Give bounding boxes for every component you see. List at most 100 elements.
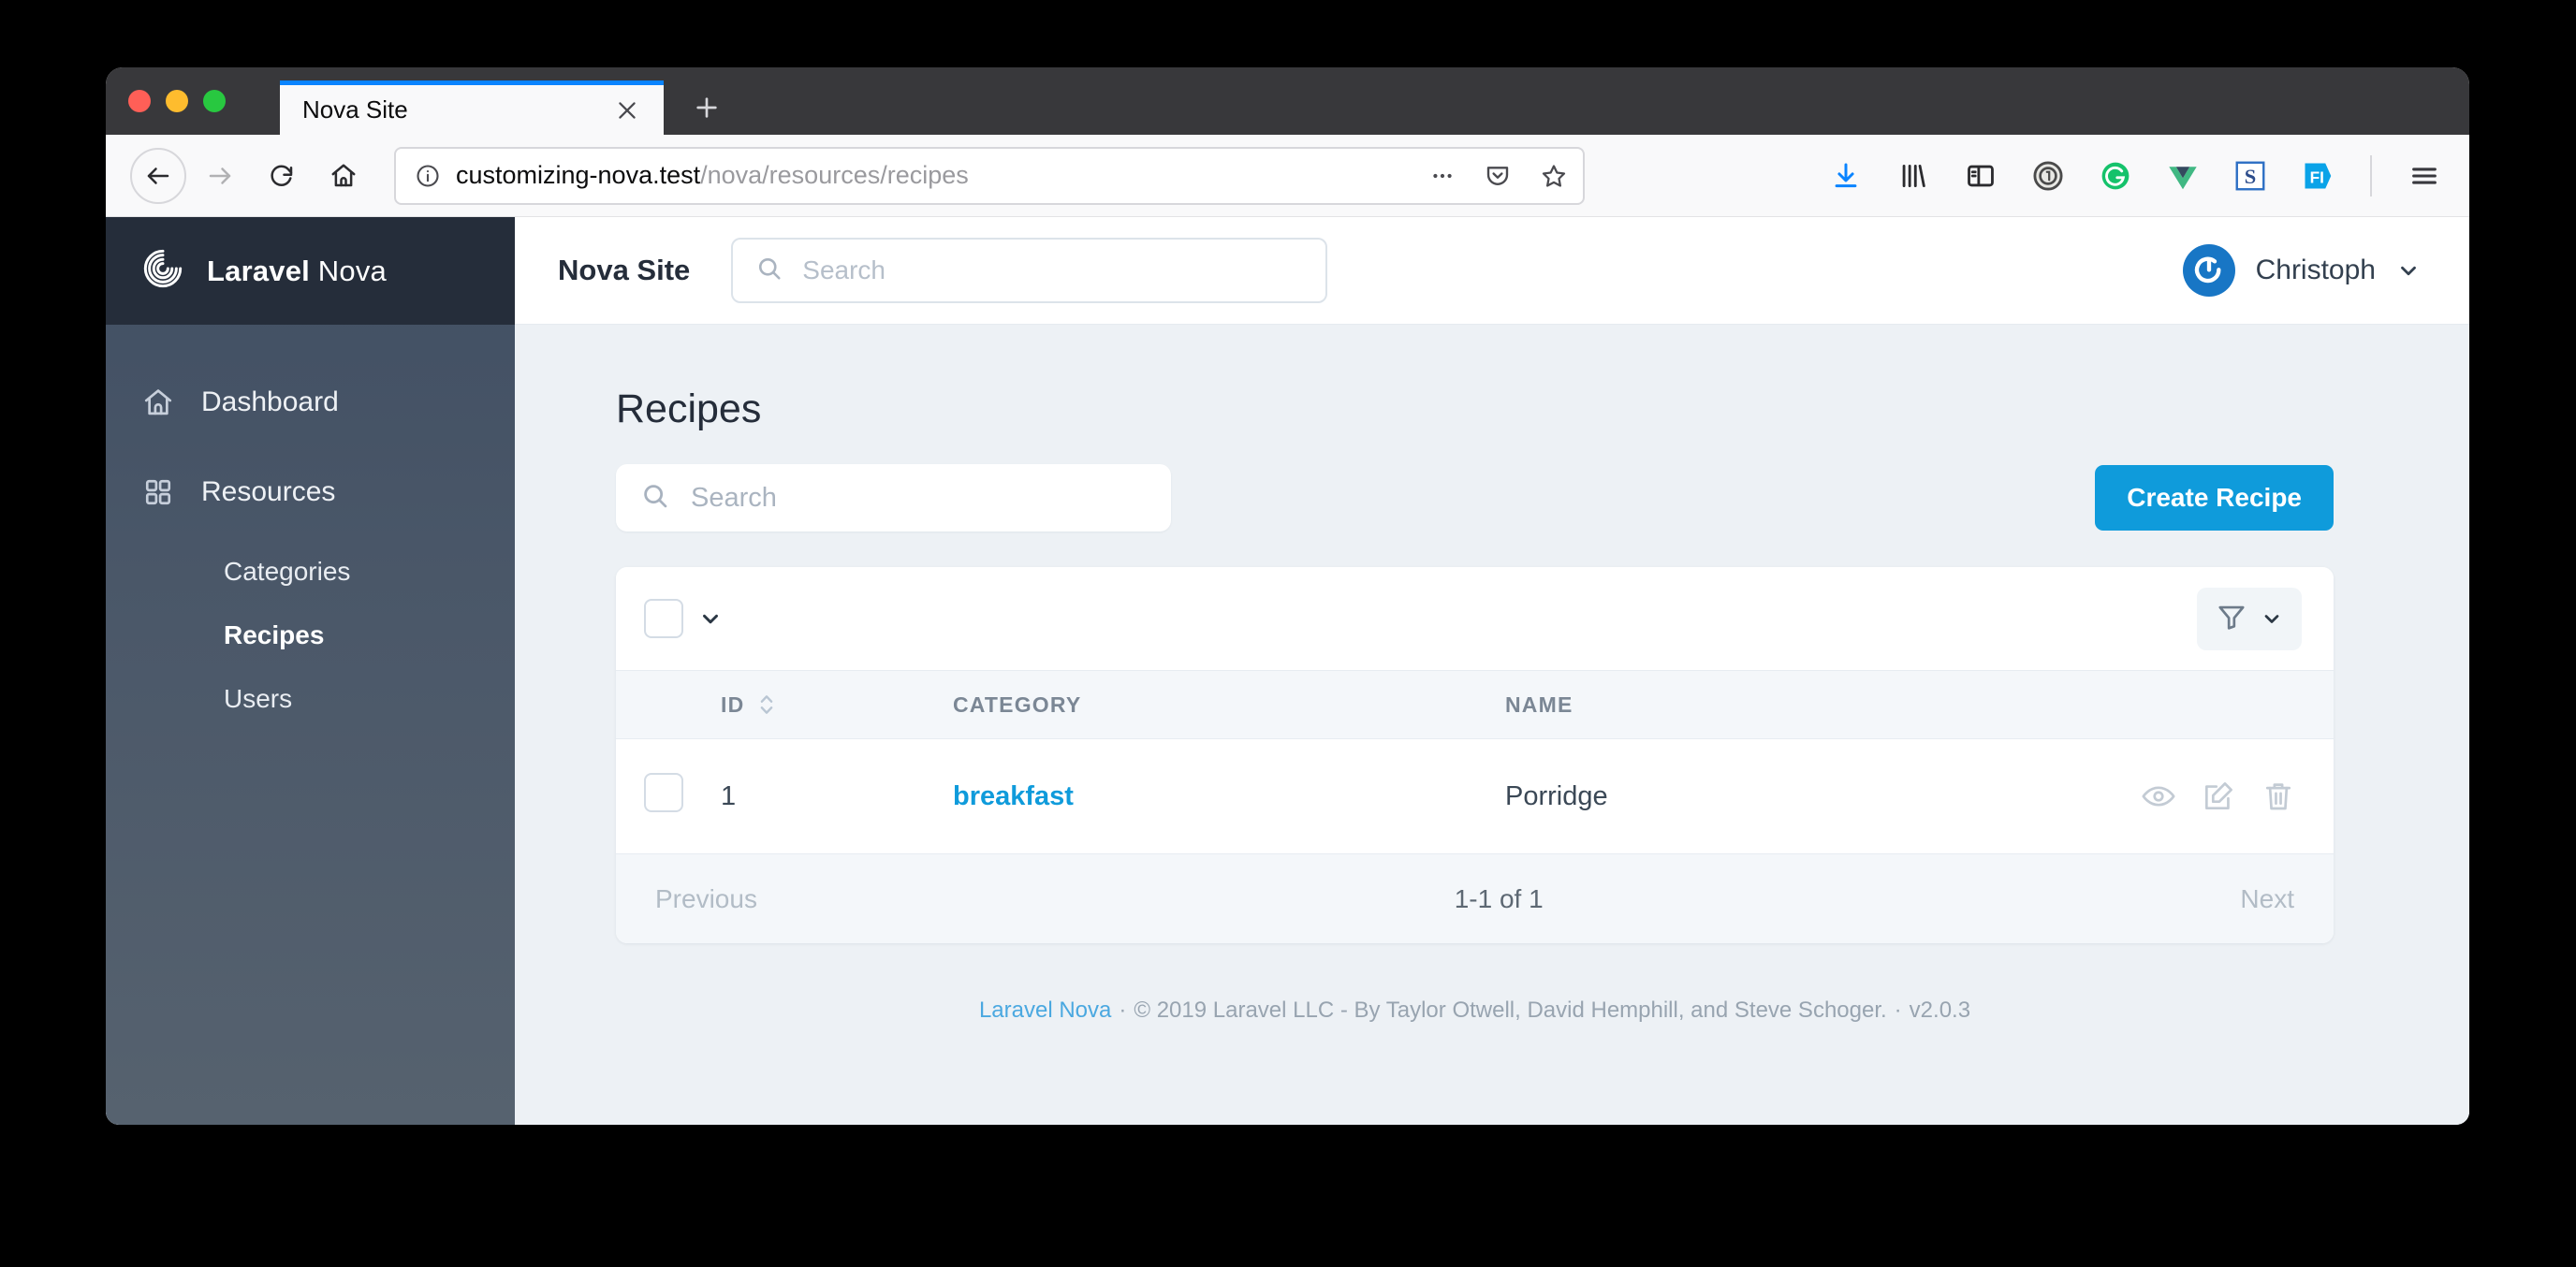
- library-icon[interactable]: [1893, 155, 1934, 197]
- sidebar-nav: Dashboard Resources Categories Recipes U…: [106, 325, 515, 731]
- search-icon: [755, 255, 783, 287]
- browser-nav-toolbar: customizing-nova.test/nova/resources/rec…: [106, 135, 2469, 217]
- column-header-label: NAME: [1505, 692, 1573, 717]
- pagination: Previous 1-1 of 1 Next: [616, 853, 2334, 943]
- footer-version: v2.0.3: [1909, 998, 1971, 1023]
- sidebar-item-label: Recipes: [224, 620, 325, 649]
- select-all-checkbox[interactable]: [644, 599, 683, 638]
- arrow-left-icon[interactable]: [130, 147, 186, 204]
- footer-link[interactable]: Laravel Nova: [979, 998, 1111, 1023]
- browser-window: Nova Site customizing-nova.test/nova/res…: [106, 67, 2469, 1125]
- search-input[interactable]: Search: [616, 464, 1171, 532]
- downloads-icon[interactable]: [1825, 155, 1866, 197]
- cell-category: breakfast: [953, 739, 1505, 854]
- nova-spiral-logo-icon: [141, 247, 184, 295]
- column-header-checkbox: [616, 671, 721, 739]
- sidebar-item-label: Resources: [201, 476, 336, 507]
- maximize-window-button[interactable]: [203, 90, 226, 112]
- reload-icon[interactable]: [254, 148, 310, 204]
- nova-header: Nova Site Search Christoph: [515, 217, 2469, 325]
- url-path: /nova/resources/recipes: [700, 161, 969, 189]
- ellipsis-icon[interactable]: [1429, 163, 1456, 189]
- s-extension-icon[interactable]: S: [2230, 155, 2271, 197]
- chevron-down-icon[interactable]: [2261, 607, 2283, 630]
- window-controls: [128, 67, 226, 135]
- close-icon[interactable]: [611, 95, 643, 126]
- user-menu[interactable]: Christoph: [2182, 244, 2421, 297]
- sidebar-item-label: Categories: [224, 557, 351, 586]
- arrow-right-icon[interactable]: [192, 148, 248, 204]
- pocket-icon[interactable]: [1484, 162, 1512, 190]
- sidebar-item-recipes[interactable]: Recipes: [106, 604, 515, 667]
- home-icon[interactable]: [315, 148, 372, 204]
- star-icon[interactable]: [1540, 162, 1568, 190]
- global-search-placeholder: Search: [802, 255, 886, 284]
- brand-logo[interactable]: Laravel Nova: [106, 217, 515, 325]
- url-bar[interactable]: customizing-nova.test/nova/resources/rec…: [394, 146, 1585, 205]
- browser-tab-strip: Nova Site: [106, 67, 2469, 135]
- sort-arrows-icon[interactable]: [757, 692, 776, 718]
- home-icon: [141, 386, 175, 418]
- info-circle-icon[interactable]: [415, 163, 441, 189]
- resource-card: ID CATEGORY NAME 1 breakfast Porridge Pr…: [616, 567, 2334, 943]
- next-page-button[interactable]: Next: [2240, 884, 2294, 914]
- filter-funnel-icon: [2216, 601, 2247, 637]
- grammarly-icon[interactable]: [2095, 155, 2136, 197]
- card-toolbar: [616, 567, 2334, 670]
- cell-id: 1: [721, 780, 737, 811]
- 1password-icon[interactable]: [2027, 155, 2069, 197]
- browser-extensions-toolbar: S FI: [1825, 154, 2445, 197]
- browser-tab-active[interactable]: Nova Site: [280, 80, 664, 135]
- global-search-input[interactable]: Search: [731, 238, 1328, 303]
- search-icon: [640, 481, 670, 516]
- brand-strong: Laravel: [207, 254, 310, 287]
- search-placeholder: Search: [691, 482, 777, 513]
- toolbar-divider: [2370, 154, 2372, 197]
- plus-icon[interactable]: [677, 80, 737, 135]
- brand-light: Nova: [309, 254, 387, 287]
- url-text: customizing-nova.test/nova/resources/rec…: [456, 161, 1414, 190]
- chevron-down-icon[interactable]: [2396, 258, 2421, 283]
- user-name: Christoph: [2255, 255, 2376, 285]
- sidebar-item-categories[interactable]: Categories: [106, 540, 515, 604]
- sidebar-item-dashboard[interactable]: Dashboard: [106, 368, 515, 437]
- svg-text:FI: FI: [2310, 167, 2324, 186]
- nova-sidebar: Laravel Nova Dashboard Resources Categor…: [106, 217, 515, 1125]
- delete-icon[interactable]: [2261, 779, 2296, 814]
- footer: Laravel Nova · © 2019 Laravel LLC - By Tay…: [616, 943, 2334, 1024]
- cell-actions: [2053, 739, 2334, 854]
- minimize-window-button[interactable]: [166, 90, 188, 112]
- previous-page-button[interactable]: Previous: [655, 884, 757, 914]
- fi-extension-icon[interactable]: FI: [2297, 155, 2338, 197]
- menu-icon[interactable]: [2404, 155, 2445, 197]
- edit-icon[interactable]: [2201, 779, 2236, 814]
- footer-separator-2: ·: [1894, 998, 1902, 1023]
- sidebar-item-label: Dashboard: [201, 386, 339, 417]
- view-icon[interactable]: [2141, 779, 2176, 814]
- resource-toolbar: Search Create Recipe: [616, 464, 2334, 532]
- column-header-name[interactable]: NAME: [1505, 671, 2053, 739]
- row-checkbox[interactable]: [644, 773, 683, 812]
- create-recipe-button[interactable]: Create Recipe: [2095, 465, 2334, 531]
- grid-icon: [141, 477, 175, 507]
- column-header-label: ID: [721, 692, 745, 717]
- footer-separator: ·: [1119, 998, 1127, 1023]
- chevron-down-icon[interactable]: [698, 606, 723, 631]
- select-all-group[interactable]: [644, 599, 723, 638]
- vue-devtools-icon[interactable]: [2162, 155, 2203, 197]
- tab-title: Nova Site: [302, 95, 408, 124]
- cell-name: Porridge: [1505, 780, 1608, 811]
- column-header-id[interactable]: ID: [721, 671, 953, 739]
- url-domain: customizing-nova.test: [456, 161, 701, 189]
- filter-button[interactable]: [2197, 587, 2302, 650]
- sidebar-icon[interactable]: [1960, 155, 2001, 197]
- sidebar-item-label: Users: [224, 684, 293, 713]
- sidebar-item-resources[interactable]: Resources: [106, 458, 515, 527]
- table-header-row: ID CATEGORY NAME: [616, 670, 2334, 739]
- close-window-button[interactable]: [128, 90, 151, 112]
- table-row[interactable]: 1 breakfast Porridge: [616, 739, 2334, 854]
- sidebar-item-users[interactable]: Users: [106, 667, 515, 731]
- column-header-category[interactable]: CATEGORY: [953, 671, 1505, 739]
- category-link[interactable]: breakfast: [953, 781, 1074, 811]
- page-range-label: 1-1 of 1: [1454, 883, 1544, 913]
